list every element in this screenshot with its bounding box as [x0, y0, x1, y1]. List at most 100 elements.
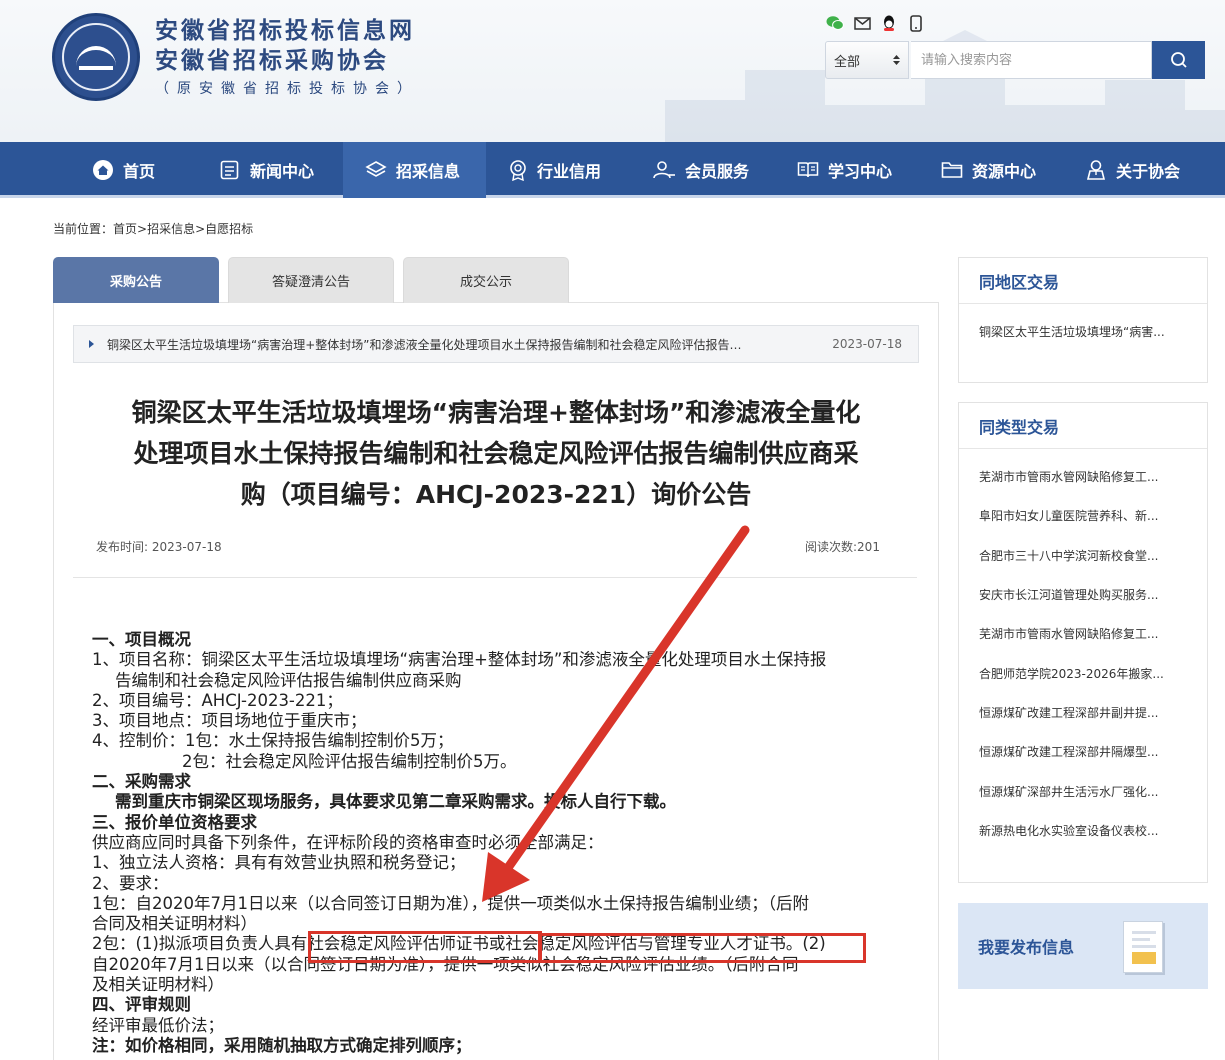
qq-icon[interactable] [880, 14, 898, 32]
mobile-icon[interactable] [907, 14, 925, 32]
article-title-line: 购（项目编号：AHCJ-2023-221）询价公告 [240, 480, 752, 509]
sidebar-same-region: 同地区交易 铜梁区太平生活垃圾填埋场“病害... [958, 257, 1208, 383]
tab-procurement-notice[interactable]: 采购公告 [53, 257, 219, 303]
top-icons [826, 14, 925, 32]
article-line: 3、项目地点：项目场地位于重庆市； [92, 711, 367, 731]
highlight-box-certificate-2 [538, 933, 866, 963]
article-line: 1包：自2020年7月1日以来（以合同签订日期为准），提供一项类似水土保持报告编… [92, 893, 809, 913]
article-line: 需到重庆市铜梁区现场服务，具体要求见第二章采购需求。投标人自行下载。 [115, 792, 676, 812]
nav-label: 资源中心 [972, 162, 1037, 181]
breadcrumb-separator: > [195, 222, 206, 236]
book-icon [797, 162, 819, 178]
search-scope-select[interactable]: 全部 [825, 41, 909, 79]
article-line: 4、控制价：1包：水土保持报告编制控制价5万； [92, 731, 454, 751]
sidebar-link[interactable]: 恒源煤矿改建工程深部井副井提... [959, 693, 1207, 732]
nav-label: 学习中心 [828, 162, 893, 181]
article-line: 2包：社会稳定风险评估报告编制控制价5万。 [182, 751, 517, 771]
sidebar-link[interactable]: 恒源煤矿深部井生活污水厂强化... [959, 771, 1207, 810]
breadcrumb-separator: > [137, 222, 148, 236]
article-line: 一、项目概况 [92, 630, 191, 649]
breadcrumb: 当前位置：首页>招采信息>自愿招标 [53, 220, 253, 237]
nav-item-about[interactable]: 关于协会 [1085, 142, 1205, 198]
article-line: 经评审最低价法； [92, 1015, 224, 1035]
tab-deal-publicity[interactable]: 成交公示 [403, 257, 569, 303]
nav-item-resources[interactable]: 资源中心 [941, 142, 1061, 198]
article-line: 三、报价单位资格要求 [92, 812, 257, 832]
main-nav: 首页 新闻中心 招采信息 行业信用 会员服务 学习中心 资源中心 关于协会 [0, 142, 1225, 198]
sidebar-heading: 同地区交易 [959, 258, 1207, 304]
former-name: （原安徽省招标投标协会） [155, 81, 419, 97]
article-title-line: 铜梁区太平生活垃圾填埋场“病害治理+整体封场”和渗滤液全量化 [131, 398, 861, 427]
search-bar: 全部 [825, 41, 1205, 79]
breadcrumb-section[interactable]: 招采信息 [147, 222, 195, 236]
publish-info-button[interactable]: 我要发布信息 [958, 903, 1208, 989]
sidebar-link[interactable]: 安庆市长江河道管理处购买服务... [959, 575, 1207, 614]
breadcrumb-prefix: 当前位置： [53, 222, 114, 236]
article-title-line: 处理项目水土保持报告编制和社会稳定风险评估报告编制供应商采 [133, 439, 859, 468]
search-button[interactable] [1152, 41, 1205, 79]
announcement-item[interactable]: 铜梁区太平生活垃圾填埋场“病害治理+整体封场”和渗滤液全量化处理项目水土保持报告… [73, 325, 919, 363]
sidebar-link[interactable]: 芜湖市市管雨水管网缺陷修复工... [959, 457, 1207, 496]
publish-info-label: 我要发布信息 [978, 938, 1075, 957]
association-name: 安徽省招标采购协会 [155, 47, 389, 74]
badge-icon [510, 160, 526, 181]
tab-clarification[interactable]: 答疑澄清公告 [228, 257, 394, 303]
search-scope-value: 全部 [834, 54, 861, 70]
sidebar-link[interactable]: 恒源煤矿改建工程深部井隔爆型... [959, 732, 1207, 771]
article-line: 及相关证明材料） [92, 975, 224, 995]
announcement-title: 铜梁区太平生活垃圾填埋场“病害治理+整体封场”和渗滤液全量化处理项目水土保持报告… [107, 337, 747, 352]
nav-item-credit[interactable]: 行业信用 [508, 142, 628, 198]
mail-icon[interactable] [853, 14, 871, 32]
article-line: 2、项目编号：AHCJ-2023-221； [92, 690, 343, 710]
sidebar-link[interactable]: 合肥师范学院2023-2026年搬家... [959, 653, 1207, 692]
nav-label: 会员服务 [685, 162, 750, 181]
nav-label: 新闻中心 [250, 162, 315, 181]
news-icon [220, 160, 239, 180]
view-count: 阅读次数:201 [805, 540, 880, 554]
members-icon [653, 161, 675, 179]
nav-label: 招采信息 [396, 162, 461, 181]
layers-icon [365, 161, 387, 177]
nav-item-learning[interactable]: 学习中心 [797, 142, 917, 198]
sidebar-link[interactable]: 合肥市三十八中学滨河新校食堂... [959, 536, 1207, 575]
nav-item-home[interactable]: 首页 [92, 142, 192, 198]
article-line: 四、评审规则 [92, 995, 191, 1015]
nav-label: 首页 [123, 162, 156, 181]
bullet-triangle-icon [89, 340, 94, 348]
nav-item-members[interactable]: 会员服务 [652, 142, 772, 198]
publish-time: 发布时间: 2023-07-18 [96, 540, 222, 554]
user-icon [1086, 160, 1106, 180]
sidebar-link[interactable]: 芜湖市市管雨水管网缺陷修复工... [959, 614, 1207, 653]
announcement-date: 2023-07-18 [832, 337, 902, 351]
article-line: 1、独立法人资格：具有有效营业执照和税务登记； [92, 853, 466, 873]
article-line: 供应商应同时具备下列条件，在评标阶段的资格审查时必须全部满足： [92, 832, 604, 852]
sidebar-link[interactable]: 铜梁区太平生活垃圾填埋场“病害... [959, 312, 1207, 351]
home-icon [93, 160, 113, 180]
article-body: 一、项目概况 1、项目名称：铜梁区太平生活垃圾填埋场“病害治理+整体封场”和渗滤液… [92, 630, 907, 1056]
nav-item-procurement[interactable]: 招采信息 [343, 142, 486, 198]
association-logo[interactable] [52, 13, 140, 101]
nav-item-news[interactable]: 新闻中心 [220, 142, 340, 198]
article-line: 1、项目名称：铜梁区太平生活垃圾填埋场“病害治理+整体封场”和渗滤液全量化处理项… [92, 650, 827, 670]
divider [73, 577, 917, 578]
site-name[interactable]: 安徽省招标投标信息网 安徽省招标采购协会 （原安徽省招标投标协会） [155, 16, 419, 102]
breadcrumb-current[interactable]: 自愿招标 [205, 222, 253, 236]
sidebar-heading: 同类型交易 [959, 403, 1207, 449]
search-icon [1170, 52, 1187, 68]
site-title: 安徽省招标投标信息网 [155, 17, 415, 44]
wechat-icon[interactable] [826, 14, 844, 32]
select-arrows-icon [893, 55, 900, 65]
article-title: 铜梁区太平生活垃圾填埋场“病害治理+整体封场”和渗滤液全量化 处理项目水土保持报… [86, 392, 906, 515]
nav-label: 关于协会 [1116, 162, 1181, 181]
article-line: 二、采购需求 [92, 772, 191, 792]
sidebar-link[interactable]: 新源热电化水实验室设备仪表校... [959, 811, 1207, 850]
site-header: 安徽省招标投标信息网 安徽省招标采购协会 （原安徽省招标投标协会） 全部 [0, 0, 1225, 142]
breadcrumb-home[interactable]: 首页 [113, 222, 137, 236]
article-line: 注：如价格相同，采用随机抽取方式确定排列顺序； [92, 1035, 472, 1055]
sidebar-link[interactable]: 阜阳市妇女儿童医院营养科、新... [959, 496, 1207, 535]
folder-icon [941, 162, 963, 178]
article-line: 告编制和社会稳定风险评估报告编制供应商采购 [115, 670, 462, 690]
search-input[interactable] [911, 41, 1152, 79]
highlight-box-certificate-1 [308, 931, 542, 963]
article-line: 2、要求： [92, 873, 169, 893]
